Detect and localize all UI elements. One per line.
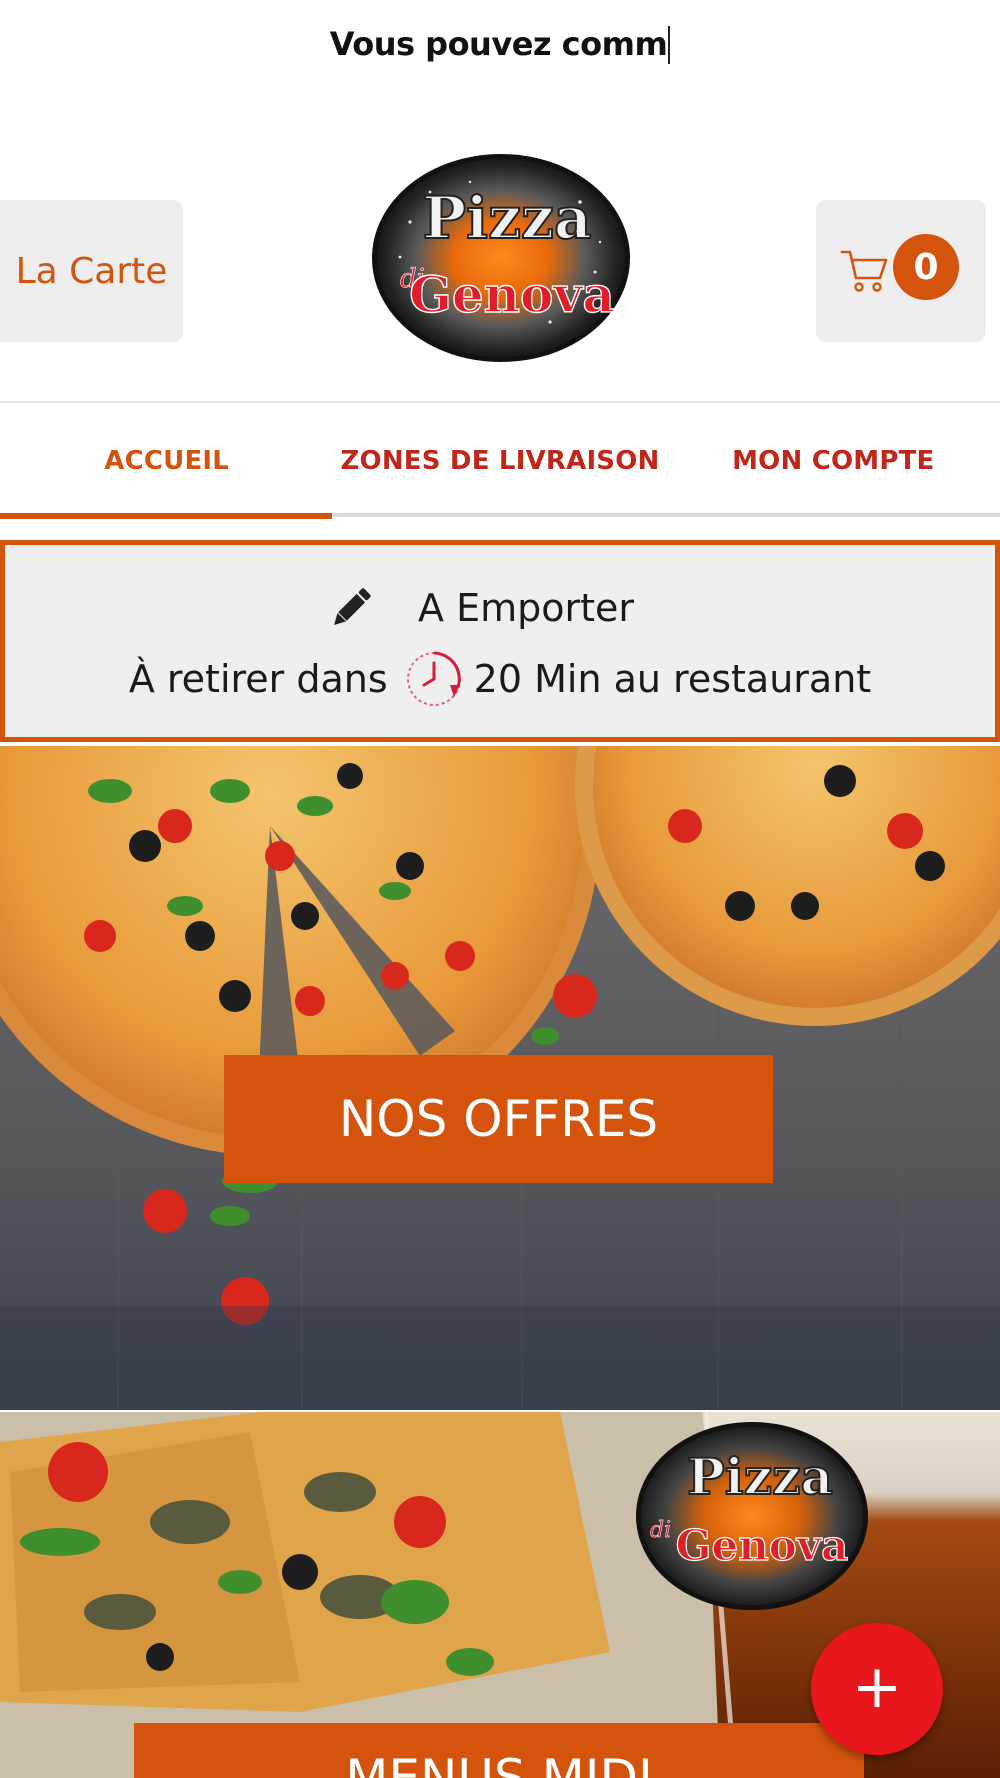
add-fab-button[interactable]: +	[811, 1623, 943, 1755]
restaurant-logo[interactable]: Pizza di Genova	[370, 152, 632, 364]
menu-button-label: La Carte	[15, 250, 168, 292]
cart-button[interactable]: 0	[816, 200, 986, 342]
tab-label: MON COMPTE	[732, 445, 935, 476]
announcement-ticker: Vous pouvez comm	[0, 0, 1000, 90]
tab-accueil[interactable]: ACCUEIL	[0, 403, 333, 518]
pickup-prefix: À retirer dans	[128, 657, 388, 701]
tab-label: ZONES DE LIVRAISON	[340, 445, 660, 476]
tab-label: ACCUEIL	[104, 445, 230, 476]
ticker-caret	[668, 26, 671, 64]
offers-button[interactable]: NOS OFFRES	[224, 1055, 773, 1183]
svg-text:Pizza: Pizza	[687, 1447, 833, 1506]
ticker-text: Vous pouvez comm	[329, 25, 668, 63]
pickup-suffix: 20 Min au restaurant	[473, 657, 872, 701]
pickup-time-row: À retirer dans 20 Min au restaurant	[5, 645, 995, 713]
tab-mon-compte[interactable]: MON COMPTE	[667, 403, 1000, 518]
pencil-icon	[334, 588, 371, 625]
lunch-menus-button-label: MENUS MIDI	[345, 1749, 653, 1778]
logo-word-pizza: Pizza	[422, 184, 591, 252]
offers-button-label: NOS OFFRES	[338, 1090, 659, 1148]
offers-banner[interactable]: NOS OFFRES	[0, 746, 1000, 1410]
header: La Carte Pizza di Genova 0	[0, 90, 1000, 403]
svg-text:Genova: Genova	[676, 1521, 849, 1570]
svg-text:di: di	[650, 1518, 671, 1543]
logo-word-genova: Genova	[409, 265, 615, 324]
menu-button[interactable]: La Carte	[0, 200, 183, 342]
clock-icon	[406, 651, 461, 706]
main-tabs: ACCUEIL ZONES DE LIVRAISON MON COMPTE	[0, 403, 1000, 518]
order-mode-row: A Emporter	[5, 583, 995, 633]
tab-zones-de-livraison[interactable]: ZONES DE LIVRAISON	[333, 403, 666, 518]
lunch-menus-button[interactable]: MENUS MIDI	[134, 1723, 864, 1778]
order-mode-label: A Emporter	[418, 586, 634, 630]
plus-icon: +	[851, 1652, 903, 1722]
order-mode-panel[interactable]: A Emporter À retirer dans 20 Min au rest…	[0, 540, 1000, 742]
tab-active-indicator	[0, 513, 332, 519]
cart-count-badge: 0	[893, 234, 959, 300]
cart-icon	[840, 250, 888, 292]
